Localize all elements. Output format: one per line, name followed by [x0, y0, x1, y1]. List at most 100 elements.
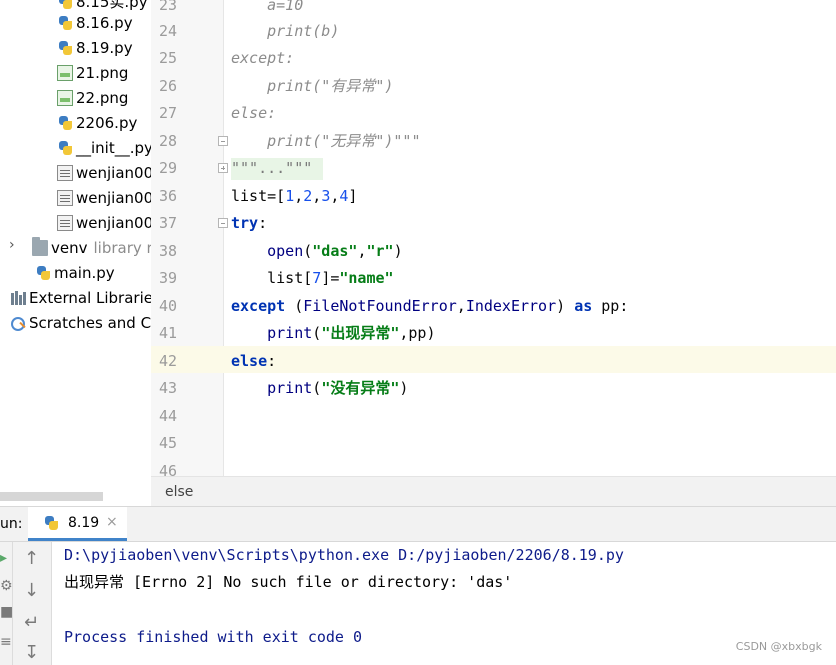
tree-item-file[interactable]: 22.png	[57, 85, 128, 110]
line-number: 27	[158, 104, 177, 122]
chevron-right-icon[interactable]: ›	[9, 237, 15, 253]
soft-wrap-icon[interactable]: ↵	[24, 612, 39, 633]
run-panel-label: un:	[0, 516, 23, 532]
project-tree-panel: 8.15实.py 8.16.py 8.19.py 21.png 22.png 2…	[0, 0, 151, 492]
tree-item-label: 22.png	[76, 88, 129, 107]
python-file-icon	[57, 15, 73, 31]
tree-item-label: main.py	[54, 263, 115, 282]
python-file-icon	[43, 515, 59, 531]
scroll-to-end-icon[interactable]: ↧	[24, 642, 39, 663]
line-number: 24	[158, 22, 177, 40]
tree-item-label: 2206.py	[76, 113, 138, 132]
run-tab-label: 8.19	[68, 515, 100, 531]
tree-item-file[interactable]: wenjian00	[57, 160, 151, 185]
tree-item-hint: library r	[93, 238, 152, 257]
console-exit-line: Process finished with exit code 0	[64, 628, 363, 646]
line-number: 45	[158, 434, 177, 452]
tree-item-file[interactable]: wenjian00	[57, 185, 151, 210]
fold-collapse-icon[interactable]	[218, 136, 228, 146]
code-line: print(b)	[231, 22, 340, 40]
python-file-icon	[57, 0, 73, 10]
console-command-line[interactable]: D:\pyjiaoben\venv\Scripts\python.exe D:/…	[64, 542, 624, 569]
settings-icon[interactable]: ⚙	[0, 578, 13, 594]
line-number: 36	[158, 187, 177, 205]
line-number: 41	[158, 324, 177, 342]
line-number: 23	[158, 0, 177, 14]
line-number: 44	[158, 407, 177, 425]
code-line-content: list=[1,2,3,4]	[231, 187, 358, 205]
code-line: else:	[231, 352, 277, 370]
fold-expand-icon[interactable]	[218, 163, 228, 173]
tree-item-file[interactable]: __init__.py	[57, 135, 151, 160]
code-line: except (FileNotFoundError,IndexError) as…	[231, 297, 629, 315]
code-line: print("无异常")"""	[231, 132, 421, 150]
code-line: list=[1,2,3,4]	[231, 183, 357, 210]
text-file-icon	[57, 164, 73, 181]
line-number: 40	[158, 297, 177, 315]
line-number: 26	[158, 77, 177, 95]
tree-item-label: venv	[51, 238, 88, 257]
fold-collapse-icon[interactable]	[218, 218, 228, 228]
code-line: print("没有异常")	[267, 379, 409, 397]
line-number: 37	[158, 214, 177, 232]
tree-item-file[interactable]: wenjian00	[57, 210, 151, 235]
horizontal-scrollbar[interactable]	[0, 492, 103, 501]
tree-item-file[interactable]: 8.19.py	[57, 35, 133, 60]
editor-breadcrumb[interactable]: else	[151, 476, 836, 506]
code-line: a=10	[231, 0, 304, 14]
line-number: 43	[158, 379, 177, 397]
image-file-icon	[57, 64, 73, 81]
image-file-icon	[57, 89, 73, 106]
tree-item-file[interactable]: 2206.py	[57, 110, 137, 135]
line-number: 25	[158, 49, 177, 67]
tree-item-scratches[interactable]: Scratches and Co	[10, 310, 151, 335]
code-line: print("有异常")	[231, 77, 394, 95]
tree-item-external-libraries[interactable]: External Librarie	[10, 285, 151, 310]
line-number: 29	[158, 159, 177, 177]
down-arrow-icon[interactable]: ↓	[24, 580, 39, 601]
tree-item-label: Scratches and Co	[29, 313, 151, 332]
layout-icon[interactable]: ≡	[0, 634, 12, 650]
line-number: 38	[158, 242, 177, 260]
rerun-icon[interactable]: ▸	[0, 550, 7, 566]
code-line-folded[interactable]: """..."""	[231, 155, 312, 182]
code-line: try:	[231, 214, 268, 232]
python-file-icon	[57, 140, 73, 156]
console-output-line: 出现异常 [Errno 2] No such file or directory…	[64, 573, 513, 591]
tree-item-label: 8.16.py	[76, 13, 133, 32]
tree-item-label: wenjian00	[76, 213, 151, 232]
run-tab[interactable]: 8.19 ×	[28, 507, 127, 541]
close-icon[interactable]: ×	[106, 514, 118, 530]
up-arrow-icon[interactable]: ↑	[24, 548, 39, 569]
tree-item-label: 8.19.py	[76, 38, 133, 57]
code-line: open("das","r")	[267, 242, 403, 260]
line-number: 42	[158, 352, 177, 370]
tree-item-folder[interactable]: venv library r	[32, 235, 151, 260]
folder-icon	[32, 236, 48, 256]
python-file-icon	[57, 40, 73, 56]
run-tools-column: ↑ ↓ ↵ ↧	[13, 542, 52, 665]
code-line: print("出现异常",pp)	[267, 324, 436, 342]
code-line: except:	[231, 49, 295, 67]
line-number: 28	[158, 132, 177, 150]
tree-item-label: wenjian00	[76, 188, 151, 207]
code-line: else:	[231, 104, 277, 122]
tree-item-file[interactable]: 21.png	[57, 60, 128, 85]
library-icon	[10, 290, 26, 306]
run-left-toolbar: ▸ ⚙ ■ ≡	[0, 542, 13, 665]
tree-item-file[interactable]: 8.16.py	[57, 10, 133, 35]
text-file-icon	[57, 189, 73, 206]
tree-item-label: 21.png	[76, 63, 129, 82]
tree-item-label: __init__.py	[76, 138, 151, 157]
tree-item-file[interactable]: main.py	[35, 260, 115, 285]
watermark: CSDN @xbxbgk	[735, 640, 822, 653]
line-number: 39	[158, 269, 177, 287]
stop-icon[interactable]: ■	[0, 604, 13, 620]
python-file-icon	[35, 265, 51, 281]
code-line: list[7]="name"	[231, 269, 394, 287]
text-file-icon	[57, 214, 73, 231]
tree-item-label: wenjian00	[76, 163, 151, 182]
python-file-icon	[57, 115, 73, 131]
tree-item-label: External Librarie	[29, 288, 151, 307]
scratch-icon	[10, 315, 26, 331]
